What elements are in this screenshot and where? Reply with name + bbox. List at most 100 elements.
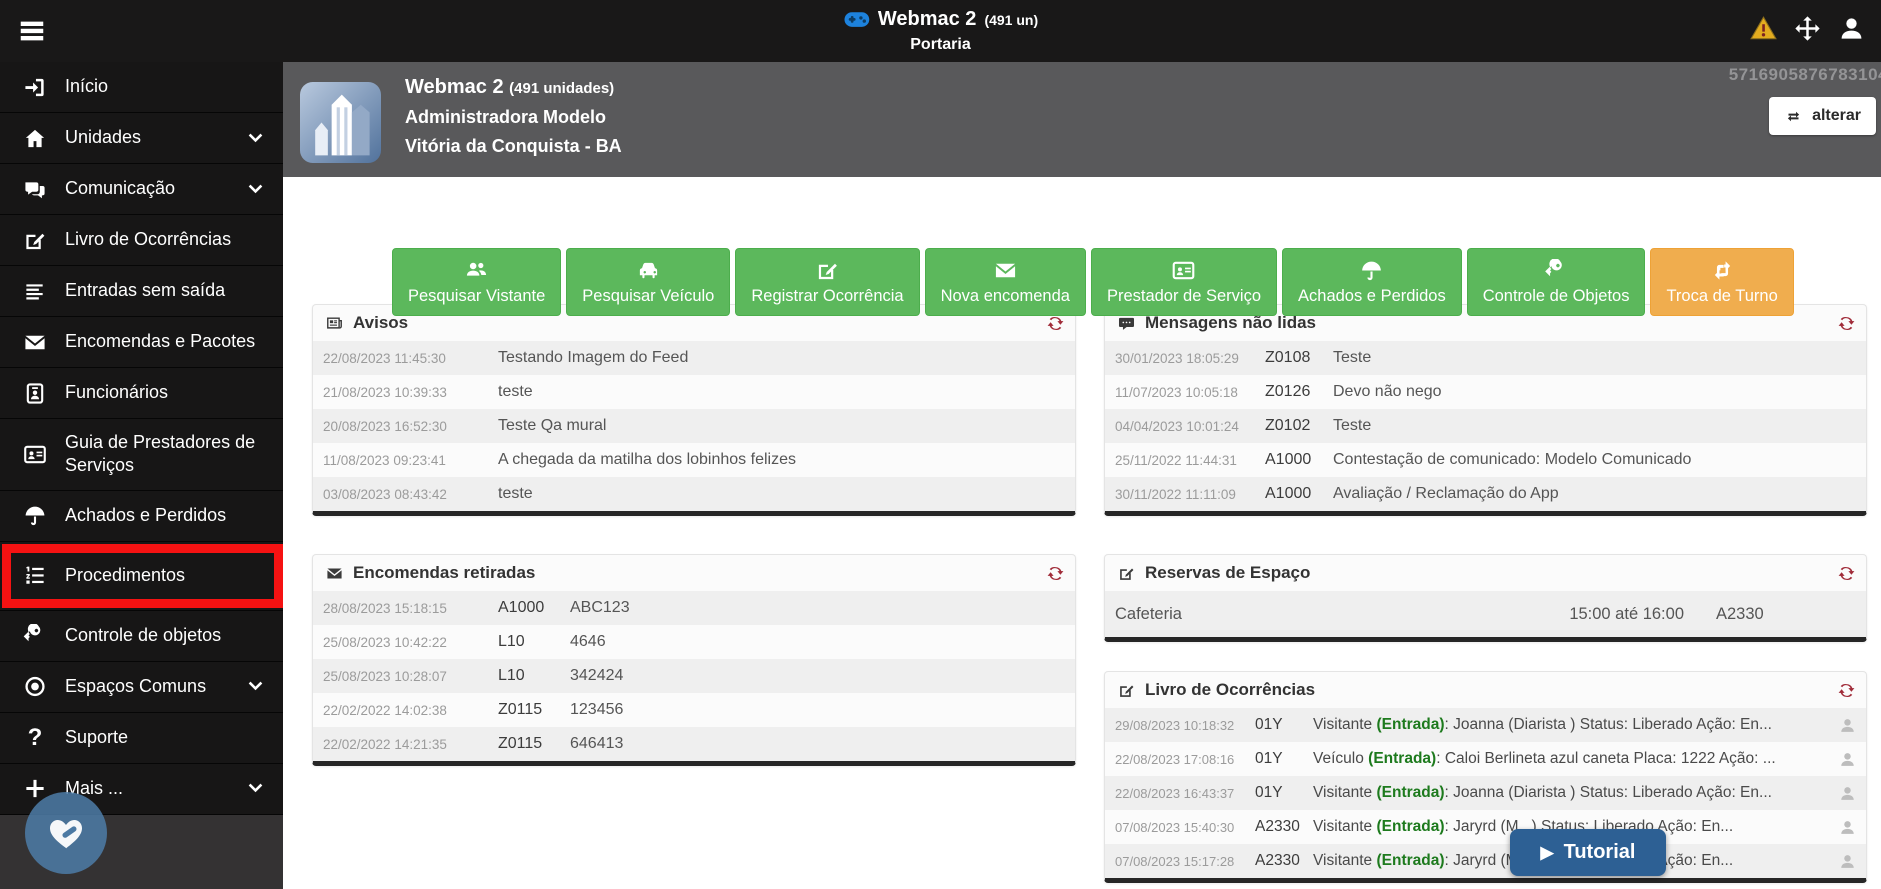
- quick-action-icon: [1543, 259, 1570, 282]
- quick-action-icon: [1709, 259, 1736, 282]
- quick-action-button[interactable]: Prestador de Serviço: [1091, 248, 1277, 316]
- quick-action-icon: [1358, 259, 1385, 282]
- building-title-block: Webmac 2 (491 unidades) Administradora M…: [405, 76, 622, 157]
- row-unit: Z0108: [1265, 349, 1333, 367]
- quick-action-button[interactable]: Achados e Perdidos: [1282, 248, 1462, 316]
- table-row[interactable]: 29/08/2023 10:18:32 01Y Visitante (Entra…: [1105, 708, 1866, 742]
- table-row[interactable]: 21/08/2023 10:39:33 teste: [313, 375, 1075, 409]
- sidebar-item[interactable]: Funcionários: [0, 368, 283, 419]
- sidebar-item-icon: [22, 443, 48, 466]
- chevron-down-icon: [246, 677, 265, 696]
- table-row[interactable]: 28/08/2023 15:18:15 A1000 ABC123: [313, 591, 1075, 625]
- table-row[interactable]: 04/04/2023 10:01:24 Z0102 Teste: [1105, 409, 1866, 443]
- row-unit: Z0115: [498, 735, 570, 753]
- accessibility-widget-button[interactable]: [25, 792, 107, 874]
- sidebar-item-icon: [22, 675, 48, 698]
- table-row[interactable]: 03/08/2023 08:43:42 teste: [313, 477, 1075, 511]
- sidebar-item[interactable]: Procedimentos: [0, 542, 283, 611]
- newspaper-icon: [325, 315, 344, 332]
- quick-action-button[interactable]: Nova encomenda: [925, 248, 1086, 316]
- row-text: A chegada da matilha dos lobinhos felize…: [498, 451, 1065, 469]
- quick-action-button[interactable]: Pesquisar Vistante: [392, 248, 561, 316]
- row-date: 03/08/2023 08:43:42: [323, 487, 498, 502]
- comment-icon: [1117, 315, 1136, 332]
- card-header: Reservas de Espaço: [1105, 555, 1866, 591]
- refresh-icon[interactable]: [1046, 314, 1065, 333]
- table-row[interactable]: 22/08/2023 11:45:30 Testando Imagem do F…: [313, 341, 1075, 375]
- change-building-button[interactable]: alterar: [1769, 97, 1876, 135]
- refresh-icon[interactable]: [1837, 681, 1856, 700]
- table-row[interactable]: 22/08/2023 16:43:37 01Y Visitante (Entra…: [1105, 776, 1866, 810]
- table-row[interactable]: 25/08/2023 10:42:22 L10 4646: [313, 625, 1075, 659]
- table-row[interactable]: 22/08/2023 17:08:16 01Y Veículo (Entrada…: [1105, 742, 1866, 776]
- person-icon: [1839, 819, 1856, 836]
- app-title: Webmac 2: [878, 8, 977, 31]
- table-row[interactable]: 07/08/2023 15:17:28 A2330 Visitante (Ent…: [1105, 844, 1866, 878]
- row-date: 04/04/2023 10:01:24: [1115, 419, 1265, 434]
- reservation-unit: A2330: [1716, 605, 1768, 624]
- row-date: 30/01/2023 18:05:29: [1115, 351, 1265, 366]
- chevron-down-icon: [246, 129, 265, 148]
- sidebar-item[interactable]: Espaços Comuns: [0, 662, 283, 713]
- person-icon: [1839, 785, 1856, 802]
- warning-icon[interactable]: [1750, 15, 1777, 42]
- avisos-card: Avisos 22/08/2023 11:45:30 Testando Imag…: [312, 304, 1076, 516]
- table-row[interactable]: 25/11/2022 11:44:31 A1000 Contestação de…: [1105, 443, 1866, 477]
- sidebar-item[interactable]: Entradas sem saída: [0, 266, 283, 317]
- table-row[interactable]: 07/08/2023 15:40:30 A2330 Visitante (Ent…: [1105, 810, 1866, 844]
- table-row[interactable]: 11/07/2023 10:05:18 Z0126 Devo não nego: [1105, 375, 1866, 409]
- refresh-icon[interactable]: [1046, 564, 1065, 583]
- tutorial-button[interactable]: ▶ Tutorial: [1510, 829, 1666, 876]
- menu-icon[interactable]: [17, 16, 47, 46]
- sidebar-item-label: Procedimentos: [65, 564, 265, 587]
- table-row[interactable]: 22/02/2022 14:21:35 Z0115 646413: [313, 727, 1075, 761]
- table-row[interactable]: 11/08/2023 09:23:41 A chegada da matilha…: [313, 443, 1075, 477]
- refresh-icon[interactable]: [1837, 564, 1856, 583]
- sidebar-item-icon: [22, 624, 48, 647]
- quick-action-button[interactable]: Registrar Ocorrência: [735, 248, 919, 316]
- quick-action-button[interactable]: Pesquisar Veículo: [566, 248, 730, 316]
- row-unit: Z0115: [498, 701, 570, 719]
- table-row[interactable]: 25/08/2023 10:28:07 L10 342424: [313, 659, 1075, 693]
- reservas-card: Reservas de Espaço Cafeteria 15:00 até 1…: [1104, 554, 1867, 642]
- fullscreen-icon[interactable]: [1794, 15, 1821, 42]
- row-text: Avaliação / Reclamação do App: [1333, 485, 1856, 503]
- sidebar-item[interactable]: Início: [0, 62, 283, 113]
- quick-action-label: Pesquisar Vistante: [408, 287, 545, 306]
- building-logo: [300, 82, 381, 163]
- user-icon[interactable]: [1838, 15, 1865, 42]
- quick-action-button[interactable]: Troca de Turno: [1650, 248, 1793, 316]
- sidebar-item[interactable]: Achados e Perdidos: [0, 491, 283, 542]
- sidebar-item-label: Livro de Ocorrências: [65, 228, 265, 251]
- refresh-icon[interactable]: [1837, 314, 1856, 333]
- row-unit: L10: [498, 667, 570, 685]
- sidebar-item[interactable]: ? Suporte: [0, 713, 283, 764]
- row-text: Contestação de comunicado: Modelo Comuni…: [1333, 451, 1856, 469]
- reservation-space: Cafeteria: [1115, 605, 1569, 624]
- sidebar-item[interactable]: Livro de Ocorrências: [0, 215, 283, 266]
- table-row[interactable]: Cafeteria 15:00 até 16:00 A2330: [1105, 591, 1866, 637]
- table-row[interactable]: 30/01/2023 18:05:29 Z0108 Teste: [1105, 341, 1866, 375]
- sidebar-item[interactable]: Comunicação: [0, 164, 283, 215]
- sidebar-item[interactable]: Unidades: [0, 113, 283, 164]
- sidebar-item-label: Início: [65, 75, 265, 98]
- row-date: 20/08/2023 16:52:30: [323, 419, 498, 434]
- card-title: Avisos: [353, 313, 408, 333]
- topbar-title-block: Webmac 2 (491 un) Portaria: [843, 6, 1038, 54]
- sidebar-item-label: Comunicação: [65, 177, 240, 200]
- row-text: Visitante (Entrada): Joanna (Diarista ) …: [1313, 784, 1829, 802]
- row-unit: A2330: [1255, 852, 1313, 870]
- sidebar-item[interactable]: Controle de objetos: [0, 611, 283, 662]
- sidebar-item-label: Mais ...: [65, 777, 240, 800]
- table-row[interactable]: 20/08/2023 16:52:30 Teste Qa mural: [313, 409, 1075, 443]
- row-date: 22/08/2023 11:45:30: [323, 351, 498, 366]
- entrada-tag: (Entrada): [1368, 750, 1436, 767]
- row-text: Devo não nego: [1333, 383, 1856, 401]
- quick-action-label: Achados e Perdidos: [1298, 287, 1446, 306]
- quick-action-button[interactable]: Controle de Objetos: [1467, 248, 1646, 316]
- sidebar-item[interactable]: Encomendas e Pacotes: [0, 317, 283, 368]
- row-date: 25/08/2023 10:28:07: [323, 669, 498, 684]
- sidebar-item[interactable]: Guia de Prestadores de Serviços: [0, 419, 283, 491]
- table-row[interactable]: 22/02/2022 14:02:38 Z0115 123456: [313, 693, 1075, 727]
- table-row[interactable]: 30/11/2022 11:11:09 A1000 Avaliação / Re…: [1105, 477, 1866, 511]
